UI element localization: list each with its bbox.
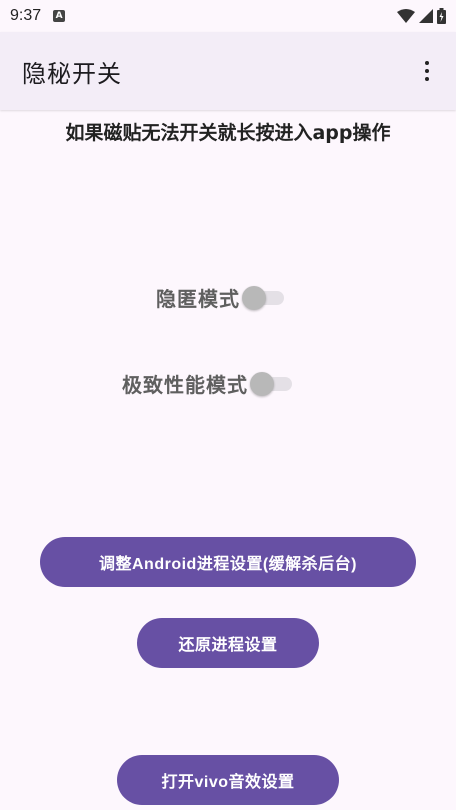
performance-mode-row: 极致性能模式 xyxy=(122,369,294,398)
stealth-mode-switch[interactable] xyxy=(242,285,286,311)
adjust-process-button[interactable]: 调整Android进程设置(缓解杀后台) xyxy=(40,537,416,587)
page-title: 隐秘开关 xyxy=(22,59,122,88)
restore-process-button[interactable]: 还原进程设置 xyxy=(137,618,319,668)
status-bar: 9:37 A xyxy=(0,0,456,32)
battery-icon xyxy=(437,8,446,24)
signal-icon xyxy=(419,9,433,23)
vivo-audio-settings-button[interactable]: 打开vivo音效设置 xyxy=(117,755,339,805)
performance-mode-label: 极致性能模式 xyxy=(122,373,248,397)
switch-thumb xyxy=(250,371,274,396)
tile-hint-text: 如果磁贴无法开关就长按进入app操作 xyxy=(65,122,391,144)
stealth-mode-label: 隐匿模式 xyxy=(156,287,240,311)
notification-a-icon: A xyxy=(53,10,66,22)
switch-thumb xyxy=(242,285,266,310)
more-vert-icon[interactable] xyxy=(412,56,442,86)
app-bar: 隐秘开关 xyxy=(0,32,456,110)
wifi-icon xyxy=(397,9,415,23)
stealth-mode-row: 隐匿模式 xyxy=(156,283,286,312)
status-icons xyxy=(397,8,446,24)
performance-mode-switch[interactable] xyxy=(250,371,294,397)
status-time: 9:37 xyxy=(10,7,42,24)
